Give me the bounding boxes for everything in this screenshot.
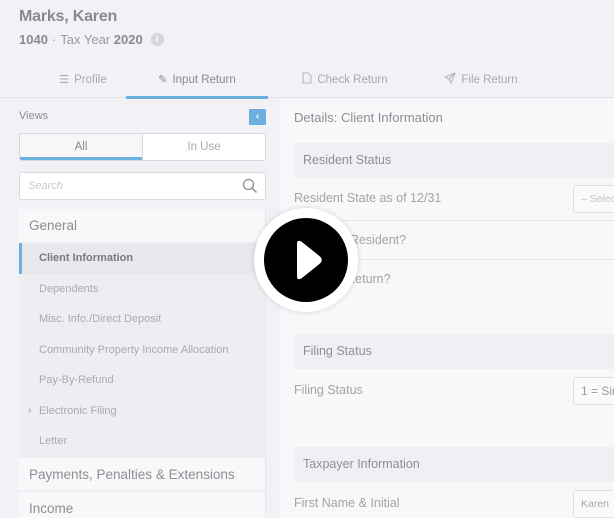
list-icon: ☰ <box>59 74 70 86</box>
form-type: 1040 <box>19 32 48 47</box>
details-title: Details: Client Information <box>294 110 443 125</box>
search-input[interactable] <box>20 173 230 199</box>
nav-item-electronic-filing[interactable]: › Electronic Filing <box>19 396 265 427</box>
play-icon <box>297 240 322 280</box>
chevron-right-icon[interactable]: › <box>28 396 31 427</box>
tax-year: 2020 <box>113 32 143 47</box>
send-icon <box>444 72 457 87</box>
nav-item-letter[interactable]: Letter <box>19 426 265 457</box>
field-row-filing-status: Filing Status 1 = Single <box>294 369 614 412</box>
tab-label: Profile <box>74 73 107 86</box>
resident-state-select[interactable]: – Select – <box>573 185 614 213</box>
views-nav: General Client Information Dependents Mi… <box>19 209 266 518</box>
tab-label: File Return <box>461 73 518 86</box>
tab-profile[interactable]: ☰ Profile <box>40 62 126 97</box>
field-label: Filing Status <box>294 383 363 397</box>
section-filing-status: Filing Status <box>294 334 614 369</box>
search-icon[interactable] <box>242 178 258 194</box>
return-subtitle: 1040 · Tax Year 2020 i <box>19 32 164 47</box>
play-button-disc <box>264 218 348 302</box>
tab-input-return[interactable]: ✎ Input Return <box>126 62 268 99</box>
document-icon <box>302 72 312 87</box>
pencil-icon: ✎ <box>158 74 168 86</box>
filing-status-select[interactable]: 1 = Single <box>573 377 614 405</box>
segment-in-use[interactable]: In Use <box>143 134 265 160</box>
nav-item-community-property[interactable]: Community Property Income Allocation <box>19 335 265 366</box>
details-panel: Details: Client Information Resident Sta… <box>280 99 614 518</box>
views-label: Views <box>19 110 49 122</box>
separator: · <box>51 32 57 47</box>
field-label: First Name & Initial <box>294 496 400 510</box>
tab-check-return[interactable]: Check Return <box>290 62 400 97</box>
views-sidebar: Views ‹ All In Use General Client Inform… <box>0 99 280 518</box>
nav-item-dependents[interactable]: Dependents <box>19 274 265 305</box>
search-box <box>19 172 266 200</box>
nav-item-misc-info-direct-deposit[interactable]: Misc. Info./Direct Deposit <box>19 304 265 335</box>
collapse-sidebar-button[interactable]: ‹ <box>249 109 266 125</box>
nav-item-label: Electronic Filing <box>39 404 117 417</box>
play-video-button[interactable] <box>254 208 358 312</box>
nav-item-pay-by-refund[interactable]: Pay-By-Refund <box>19 365 265 396</box>
section-resident-status: Resident Status <box>294 143 614 178</box>
return-header: Marks, Karen 1040 · Tax Year 2020 i <box>19 8 164 47</box>
tab-label: Check Return <box>317 73 388 86</box>
nav-group-payments[interactable]: Payments, Penalties & Extensions <box>19 456 265 491</box>
nav-group-income[interactable]: Income <box>19 490 265 518</box>
nav-group-general[interactable]: General <box>19 209 265 243</box>
field-row-first-name: First Name & Initial Karen <box>294 482 614 518</box>
info-icon[interactable]: i <box>150 33 164 46</box>
field-row-resident-state: Resident State as of 12/31 – Select – <box>294 178 614 221</box>
field-label: Resident State as of 12/31 <box>294 191 442 205</box>
segment-all[interactable]: All <box>20 134 143 160</box>
client-name: Marks, Karen <box>19 8 118 25</box>
section-taxpayer-information: Taxpayer Information <box>294 447 614 482</box>
first-name-input[interactable]: Karen <box>573 490 614 518</box>
tax-year-label: Tax Year <box>60 32 111 47</box>
tab-file-return[interactable]: File Return <box>436 62 526 97</box>
nav-group-general-items: Client Information Dependents Misc. Info… <box>19 243 265 457</box>
workflow-tabs: ☰ Profile ✎ Input Return Check Return Fi… <box>0 62 614 99</box>
nav-item-client-information[interactable]: Client Information <box>19 243 265 274</box>
views-segmented-control: All In Use <box>19 133 266 161</box>
tab-label: Input Return <box>172 73 236 86</box>
